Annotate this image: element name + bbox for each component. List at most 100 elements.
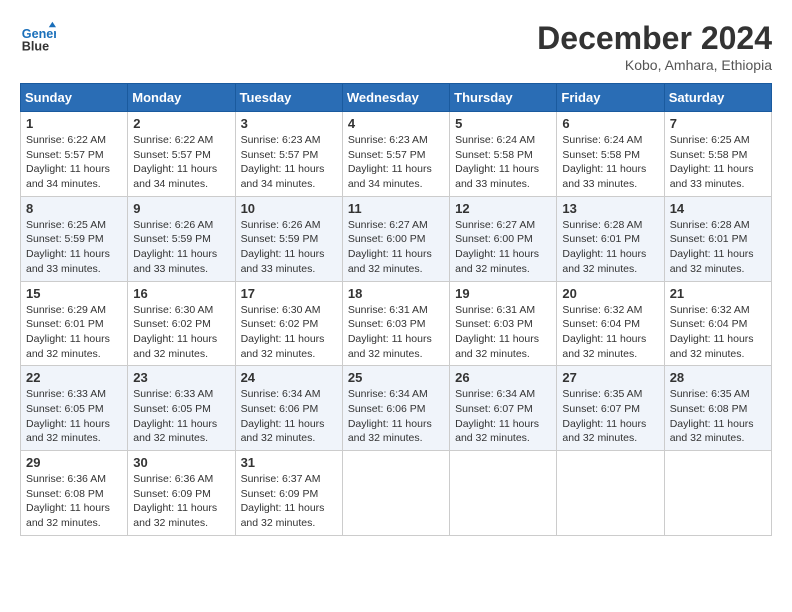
week-row-5: 29 Sunrise: 6:36 AMSunset: 6:08 PMDaylig… <box>21 451 772 536</box>
day-number: 19 <box>455 286 551 301</box>
day-info: Sunrise: 6:24 AMSunset: 5:58 PMDaylight:… <box>455 134 539 190</box>
day-info: Sunrise: 6:37 AMSunset: 6:09 PMDaylight:… <box>241 473 325 529</box>
day-info: Sunrise: 6:32 AMSunset: 6:04 PMDaylight:… <box>670 304 754 360</box>
day-number: 22 <box>26 370 122 385</box>
calendar-cell: 24 Sunrise: 6:34 AMSunset: 6:06 PMDaylig… <box>235 366 342 451</box>
calendar-cell <box>450 451 557 536</box>
calendar-cell: 21 Sunrise: 6:32 AMSunset: 6:04 PMDaylig… <box>664 281 771 366</box>
calendar-cell: 13 Sunrise: 6:28 AMSunset: 6:01 PMDaylig… <box>557 196 664 281</box>
day-number: 31 <box>241 455 337 470</box>
day-info: Sunrise: 6:31 AMSunset: 6:03 PMDaylight:… <box>455 304 539 360</box>
calendar-header-row: Sunday Monday Tuesday Wednesday Thursday… <box>21 84 772 112</box>
day-info: Sunrise: 6:29 AMSunset: 6:01 PMDaylight:… <box>26 304 110 360</box>
calendar-cell: 14 Sunrise: 6:28 AMSunset: 6:01 PMDaylig… <box>664 196 771 281</box>
day-info: Sunrise: 6:22 AMSunset: 5:57 PMDaylight:… <box>26 134 110 190</box>
day-info: Sunrise: 6:36 AMSunset: 6:09 PMDaylight:… <box>133 473 217 529</box>
calendar-cell: 28 Sunrise: 6:35 AMSunset: 6:08 PMDaylig… <box>664 366 771 451</box>
week-row-1: 1 Sunrise: 6:22 AMSunset: 5:57 PMDayligh… <box>21 112 772 197</box>
day-number: 28 <box>670 370 766 385</box>
day-number: 23 <box>133 370 229 385</box>
calendar-cell <box>342 451 449 536</box>
calendar-cell: 19 Sunrise: 6:31 AMSunset: 6:03 PMDaylig… <box>450 281 557 366</box>
day-number: 17 <box>241 286 337 301</box>
day-number: 21 <box>670 286 766 301</box>
day-info: Sunrise: 6:25 AMSunset: 5:59 PMDaylight:… <box>26 219 110 275</box>
day-info: Sunrise: 6:35 AMSunset: 6:07 PMDaylight:… <box>562 388 646 444</box>
day-info: Sunrise: 6:34 AMSunset: 6:06 PMDaylight:… <box>241 388 325 444</box>
calendar-table: Sunday Monday Tuesday Wednesday Thursday… <box>20 83 772 536</box>
day-info: Sunrise: 6:30 AMSunset: 6:02 PMDaylight:… <box>241 304 325 360</box>
location-subtitle: Kobo, Amhara, Ethiopia <box>537 57 772 73</box>
day-number: 9 <box>133 201 229 216</box>
calendar-cell: 8 Sunrise: 6:25 AMSunset: 5:59 PMDayligh… <box>21 196 128 281</box>
day-info: Sunrise: 6:27 AMSunset: 6:00 PMDaylight:… <box>455 219 539 275</box>
week-row-2: 8 Sunrise: 6:25 AMSunset: 5:59 PMDayligh… <box>21 196 772 281</box>
day-info: Sunrise: 6:28 AMSunset: 6:01 PMDaylight:… <box>562 219 646 275</box>
day-number: 10 <box>241 201 337 216</box>
day-info: Sunrise: 6:22 AMSunset: 5:57 PMDaylight:… <box>133 134 217 190</box>
logo: General Blue <box>20 20 56 56</box>
day-number: 25 <box>348 370 444 385</box>
header-sunday: Sunday <box>21 84 128 112</box>
day-number: 12 <box>455 201 551 216</box>
day-number: 27 <box>562 370 658 385</box>
calendar-cell: 9 Sunrise: 6:26 AMSunset: 5:59 PMDayligh… <box>128 196 235 281</box>
day-info: Sunrise: 6:35 AMSunset: 6:08 PMDaylight:… <box>670 388 754 444</box>
calendar-cell: 31 Sunrise: 6:37 AMSunset: 6:09 PMDaylig… <box>235 451 342 536</box>
calendar-cell: 26 Sunrise: 6:34 AMSunset: 6:07 PMDaylig… <box>450 366 557 451</box>
day-number: 5 <box>455 116 551 131</box>
calendar-cell: 20 Sunrise: 6:32 AMSunset: 6:04 PMDaylig… <box>557 281 664 366</box>
calendar-cell: 6 Sunrise: 6:24 AMSunset: 5:58 PMDayligh… <box>557 112 664 197</box>
week-row-3: 15 Sunrise: 6:29 AMSunset: 6:01 PMDaylig… <box>21 281 772 366</box>
day-info: Sunrise: 6:30 AMSunset: 6:02 PMDaylight:… <box>133 304 217 360</box>
day-info: Sunrise: 6:34 AMSunset: 6:06 PMDaylight:… <box>348 388 432 444</box>
calendar-cell: 25 Sunrise: 6:34 AMSunset: 6:06 PMDaylig… <box>342 366 449 451</box>
calendar-cell: 5 Sunrise: 6:24 AMSunset: 5:58 PMDayligh… <box>450 112 557 197</box>
day-number: 29 <box>26 455 122 470</box>
page-header: General Blue December 2024 Kobo, Amhara,… <box>20 20 772 73</box>
svg-text:Blue: Blue <box>22 40 49 54</box>
header-monday: Monday <box>128 84 235 112</box>
header-friday: Friday <box>557 84 664 112</box>
day-info: Sunrise: 6:24 AMSunset: 5:58 PMDaylight:… <box>562 134 646 190</box>
day-number: 7 <box>670 116 766 131</box>
day-number: 16 <box>133 286 229 301</box>
header-saturday: Saturday <box>664 84 771 112</box>
day-info: Sunrise: 6:23 AMSunset: 5:57 PMDaylight:… <box>241 134 325 190</box>
logo-icon: General Blue <box>20 20 56 56</box>
calendar-cell: 3 Sunrise: 6:23 AMSunset: 5:57 PMDayligh… <box>235 112 342 197</box>
day-info: Sunrise: 6:23 AMSunset: 5:57 PMDaylight:… <box>348 134 432 190</box>
day-number: 15 <box>26 286 122 301</box>
day-info: Sunrise: 6:33 AMSunset: 6:05 PMDaylight:… <box>133 388 217 444</box>
calendar-cell <box>557 451 664 536</box>
header-wednesday: Wednesday <box>342 84 449 112</box>
calendar-cell: 15 Sunrise: 6:29 AMSunset: 6:01 PMDaylig… <box>21 281 128 366</box>
calendar-cell: 27 Sunrise: 6:35 AMSunset: 6:07 PMDaylig… <box>557 366 664 451</box>
day-info: Sunrise: 6:28 AMSunset: 6:01 PMDaylight:… <box>670 219 754 275</box>
day-number: 3 <box>241 116 337 131</box>
calendar-cell: 2 Sunrise: 6:22 AMSunset: 5:57 PMDayligh… <box>128 112 235 197</box>
header-thursday: Thursday <box>450 84 557 112</box>
calendar-cell: 17 Sunrise: 6:30 AMSunset: 6:02 PMDaylig… <box>235 281 342 366</box>
day-info: Sunrise: 6:26 AMSunset: 5:59 PMDaylight:… <box>241 219 325 275</box>
calendar-cell <box>664 451 771 536</box>
calendar-cell: 30 Sunrise: 6:36 AMSunset: 6:09 PMDaylig… <box>128 451 235 536</box>
calendar-cell: 22 Sunrise: 6:33 AMSunset: 6:05 PMDaylig… <box>21 366 128 451</box>
calendar-cell: 1 Sunrise: 6:22 AMSunset: 5:57 PMDayligh… <box>21 112 128 197</box>
title-block: December 2024 Kobo, Amhara, Ethiopia <box>537 20 772 73</box>
month-title: December 2024 <box>537 20 772 57</box>
day-number: 4 <box>348 116 444 131</box>
day-number: 8 <box>26 201 122 216</box>
calendar-cell: 18 Sunrise: 6:31 AMSunset: 6:03 PMDaylig… <box>342 281 449 366</box>
calendar-cell: 12 Sunrise: 6:27 AMSunset: 6:00 PMDaylig… <box>450 196 557 281</box>
day-number: 18 <box>348 286 444 301</box>
calendar-cell: 23 Sunrise: 6:33 AMSunset: 6:05 PMDaylig… <box>128 366 235 451</box>
day-info: Sunrise: 6:32 AMSunset: 6:04 PMDaylight:… <box>562 304 646 360</box>
day-info: Sunrise: 6:36 AMSunset: 6:08 PMDaylight:… <box>26 473 110 529</box>
day-number: 6 <box>562 116 658 131</box>
day-number: 20 <box>562 286 658 301</box>
calendar-cell: 11 Sunrise: 6:27 AMSunset: 6:00 PMDaylig… <box>342 196 449 281</box>
day-number: 26 <box>455 370 551 385</box>
calendar-cell: 16 Sunrise: 6:30 AMSunset: 6:02 PMDaylig… <box>128 281 235 366</box>
day-number: 24 <box>241 370 337 385</box>
